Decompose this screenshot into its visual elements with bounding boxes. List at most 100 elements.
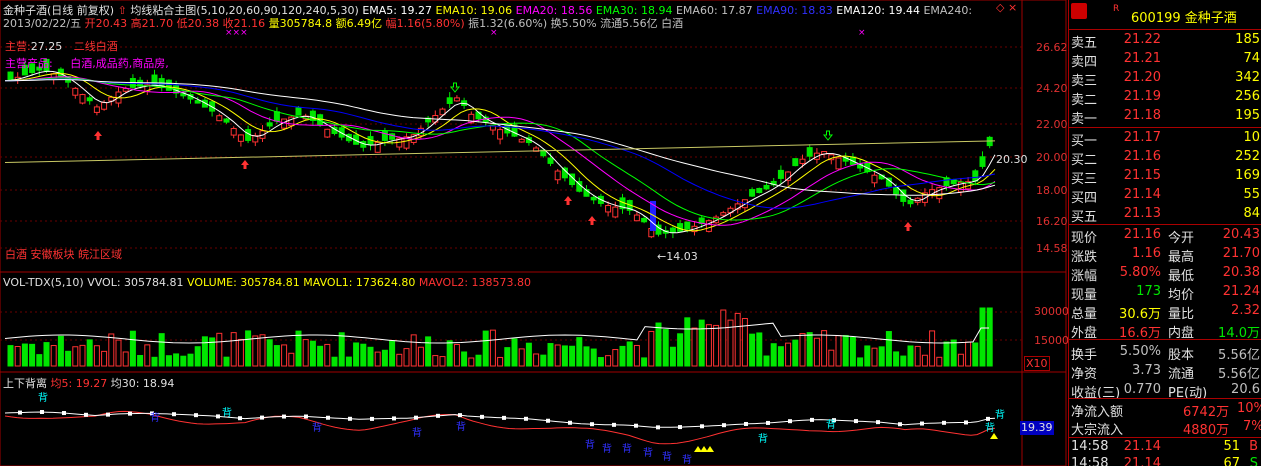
stat-row: 净资 3.73 流通 5.56亿 [1069, 362, 1261, 382]
date-info-line: 2013/02/22/五 开20.43 高21.70 低20.38 收21.16… [3, 15, 683, 31]
candle-body [101, 102, 108, 110]
bid-row[interactable]: 买二 21.16 252 [1069, 148, 1261, 168]
div-point [502, 415, 506, 420]
volume-bar [972, 342, 979, 367]
volume-bar [403, 348, 410, 367]
ask-row[interactable]: 卖二 21.19 256 [1069, 88, 1261, 108]
div-point [304, 414, 308, 419]
div-point [590, 422, 594, 427]
date-value: 2013/02/22/五 [3, 17, 82, 30]
stat-label: 最低 [1168, 269, 1195, 284]
stat-value: 20.43 [1222, 227, 1260, 242]
stat-label: 现量 [1071, 288, 1098, 303]
volume-bar [806, 332, 813, 367]
volume-bar [583, 346, 590, 367]
ask-volume: 342 [1235, 70, 1260, 85]
ask-row[interactable]: 卖一 21.18 195 [1069, 107, 1261, 127]
chart-area[interactable]: 金种子酒(日线 前复权) ⇧ 均线粘合主图(5,10,20,60,90,120,… [0, 0, 1069, 466]
stat-row: 总量 30.6万 量比 2.32 [1069, 302, 1261, 322]
volume-bar [497, 356, 504, 367]
volume-bar [309, 340, 316, 367]
ask-row[interactable]: 卖四 21.21 74 [1069, 50, 1261, 70]
volume-bar [907, 345, 914, 367]
div-point [238, 416, 242, 421]
stock-header[interactable]: 600199 金种子酒 [1131, 7, 1237, 26]
div-point [172, 412, 176, 417]
bid-volume: 169 [1235, 168, 1260, 183]
volume-bar [605, 355, 612, 367]
div-point [722, 423, 726, 428]
div-point [414, 415, 418, 420]
ask-price: 21.22 [1123, 32, 1161, 47]
div-point [106, 412, 110, 417]
low-value: 低20.38 [176, 17, 220, 30]
volume-bar [65, 350, 72, 367]
stat-value: 5.56亿 [1218, 367, 1260, 382]
volume-bar [461, 351, 468, 367]
ask-row[interactable]: 卖三 21.20 342 [1069, 69, 1261, 89]
low-price-label: ←14.03 [657, 250, 698, 263]
candle-body [453, 97, 460, 102]
tick-time: 14:58 [1071, 439, 1109, 454]
volume-bar [698, 319, 705, 367]
stat-row: 涨跌 1.16 最高 21.70 [1069, 245, 1261, 265]
stat-label: 净资 [1071, 367, 1098, 382]
ask-row[interactable]: 卖五 21.22 185 [1069, 31, 1261, 51]
stat-label: 换手 [1071, 348, 1098, 363]
buy-arrow-icon [904, 222, 912, 231]
div-point [348, 416, 352, 421]
div-point [62, 411, 66, 416]
price-tick: 14.58 [1036, 242, 1068, 255]
volume-bar [259, 334, 266, 367]
div-point [678, 425, 682, 430]
volume-bar [273, 345, 280, 367]
stat-row: 涨幅 5.80% 最低 20.38 [1069, 264, 1261, 284]
candle-body [756, 187, 763, 194]
product-label: 主营产品: [5, 57, 53, 70]
bid-row[interactable]: 买三 21.15 169 [1069, 167, 1261, 187]
volume-bar [763, 355, 770, 367]
signal-marks: ××× [225, 28, 248, 38]
ema30-line [5, 77, 996, 221]
volume-bar [446, 340, 453, 367]
ask-volume: 185 [1235, 32, 1260, 47]
volume-bar [777, 346, 784, 367]
tick-row: 14:58 21.14 67 S [1069, 455, 1261, 466]
stat-label: 现价 [1071, 231, 1098, 246]
candle-body [230, 128, 237, 136]
sector-value: 白酒 [661, 17, 684, 30]
divergence-mark: 背 [456, 422, 466, 433]
volume-bar [547, 343, 554, 367]
divergence-mark: 背 [622, 444, 632, 455]
candle-body [72, 87, 79, 96]
volume-bar [720, 309, 727, 367]
price-tick: 20.00 [1036, 151, 1068, 164]
vol-indicator-name[interactable]: VOL-TDX(5,10) [3, 276, 84, 289]
ema240-value: EMA240: [923, 4, 973, 17]
volume-bar [921, 354, 928, 367]
bid-row[interactable]: 买五 21.13 84 [1069, 205, 1261, 225]
candle-body [605, 205, 612, 213]
volume-bar [770, 343, 777, 367]
volume-bar [842, 335, 849, 367]
volume-bar [331, 356, 338, 367]
volume-bar [410, 334, 417, 367]
div-point [40, 410, 44, 415]
bid-volume: 55 [1243, 187, 1260, 202]
volume-bar [245, 330, 252, 367]
volume-bar [173, 353, 180, 367]
volume-bar [324, 343, 331, 367]
volume-bar [7, 345, 14, 367]
amount-value: 额6.49亿 [335, 17, 383, 30]
bid-row[interactable]: 买一 21.17 10 [1069, 129, 1261, 149]
volume-bar [353, 342, 360, 367]
header-controls[interactable]: ◇ × [996, 1, 1017, 14]
volume-bar [979, 307, 986, 367]
volume-bar [936, 356, 943, 367]
volume-bar [929, 330, 936, 367]
volume-bar [655, 322, 662, 367]
price-tick: 26.62 [1036, 41, 1068, 54]
volume-bar [734, 312, 741, 367]
divider [1069, 29, 1261, 30]
bid-row[interactable]: 买四 21.14 55 [1069, 186, 1261, 206]
